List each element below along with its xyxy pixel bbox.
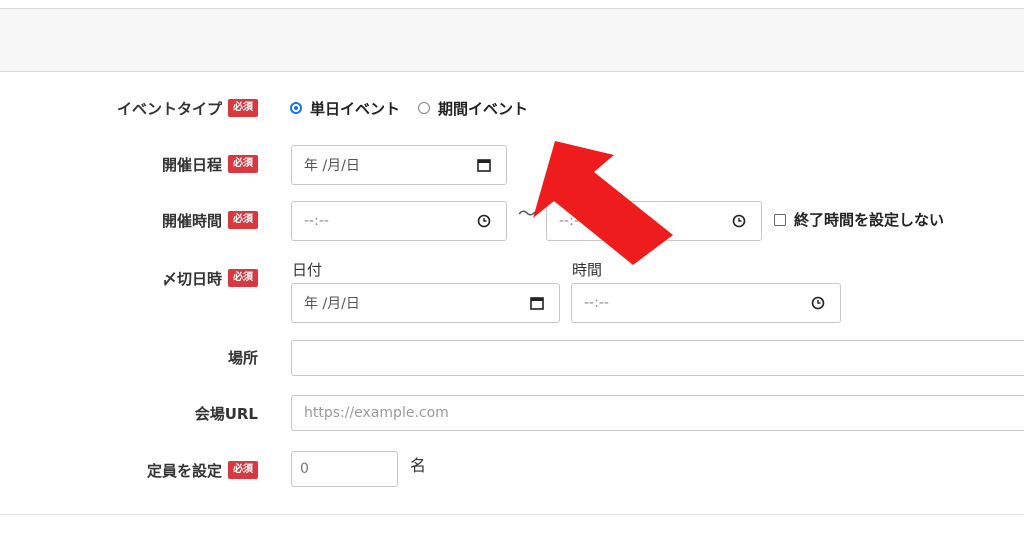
venue-url-input[interactable]: https://example.com [291, 395, 1024, 431]
venue-url-label-row: 会場URL [195, 400, 258, 426]
place-label: 場所 [227, 348, 258, 367]
end-time-input[interactable]: --:-- [546, 201, 762, 241]
deadline-time-input[interactable]: --:-- [571, 283, 841, 323]
required-badge: 必須 [228, 211, 258, 229]
radio-single-day[interactable]: 単日イベント [290, 98, 400, 119]
required-badge: 必須 [228, 461, 258, 479]
page-header-band [0, 8, 1024, 72]
deadline-label-row: 〆切日時 必須 [162, 265, 258, 291]
no-end-time-label: 終了時間を設定しない [794, 211, 945, 229]
venue-url-label: 会場URL [194, 404, 258, 423]
clock-icon[interactable] [810, 295, 826, 311]
date-label: 開催日程 [161, 155, 222, 174]
required-badge: 必須 [228, 155, 258, 173]
event-type-radio-group: 単日イベント 期間イベント [290, 96, 528, 120]
radio-selected-icon[interactable] [290, 102, 302, 114]
deadline-date-value: 年 /月/日 [304, 296, 360, 312]
time-label-row: 開催時間 必須 [162, 207, 258, 233]
deadline-time-label: 時間 [572, 261, 603, 279]
calendar-icon[interactable] [476, 157, 492, 173]
no-end-time-checkbox-row[interactable]: 終了時間を設定しない [774, 209, 944, 230]
date-label-row: 開催日程 必須 [162, 151, 258, 177]
end-time-value: --:-- [559, 213, 584, 229]
place-label-row: 場所 [228, 344, 258, 370]
capacity-label-row: 定員を設定 必須 [147, 457, 258, 483]
place-input[interactable] [291, 340, 1024, 376]
radio-period-label: 期間イベント [438, 99, 529, 118]
required-badge: 必須 [228, 99, 258, 117]
capacity-unit: 名 [410, 456, 427, 475]
event-type-label-row: イベントタイプ 必須 [117, 95, 258, 121]
start-time-value: --:-- [304, 213, 329, 229]
deadline-time-value: --:-- [584, 295, 609, 311]
radio-period[interactable]: 期間イベント [418, 98, 528, 119]
clock-icon[interactable] [731, 213, 747, 229]
capacity-value: 0 [300, 461, 309, 477]
capacity-input[interactable]: 0 [291, 451, 398, 487]
time-range-separator: 〜 [518, 204, 536, 225]
capacity-label: 定員を設定 [146, 461, 222, 480]
clock-icon[interactable] [476, 213, 492, 229]
calendar-icon[interactable] [529, 295, 545, 311]
deadline-date-input[interactable]: 年 /月/日 [291, 283, 560, 323]
start-time-input[interactable]: --:-- [291, 201, 507, 241]
radio-single-day-label: 単日イベント [310, 99, 401, 118]
date-input[interactable]: 年 /月/日 [291, 145, 507, 185]
deadline-label: 〆切日時 [161, 269, 222, 288]
event-type-label: イベントタイプ [116, 99, 222, 118]
required-badge: 必須 [228, 269, 258, 287]
radio-unselected-icon[interactable] [418, 102, 431, 114]
date-input-value: 年 /月/日 [304, 158, 360, 174]
form-bottom-divider [0, 514, 1024, 515]
time-label: 開催時間 [161, 211, 222, 230]
venue-url-placeholder: https://example.com [304, 405, 449, 421]
deadline-date-label: 日付 [292, 261, 323, 279]
no-end-time-checkbox[interactable] [774, 213, 786, 226]
